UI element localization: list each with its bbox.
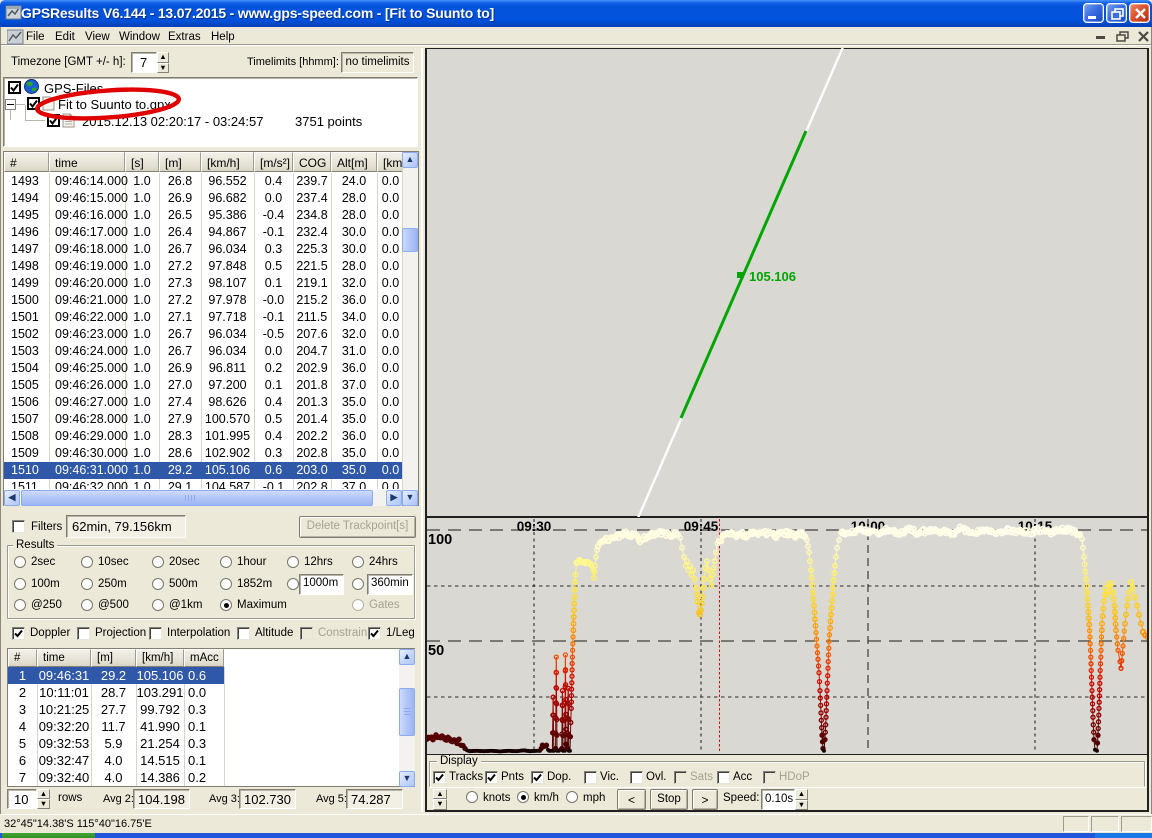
svg-text:09:30: 09:30 — [517, 519, 552, 534]
svg-text:50: 50 — [428, 643, 444, 659]
svg-text:100: 100 — [428, 532, 452, 548]
svg-text:09:45: 09:45 — [684, 519, 719, 534]
svg-text:105.106: 105.106 — [749, 269, 796, 284]
